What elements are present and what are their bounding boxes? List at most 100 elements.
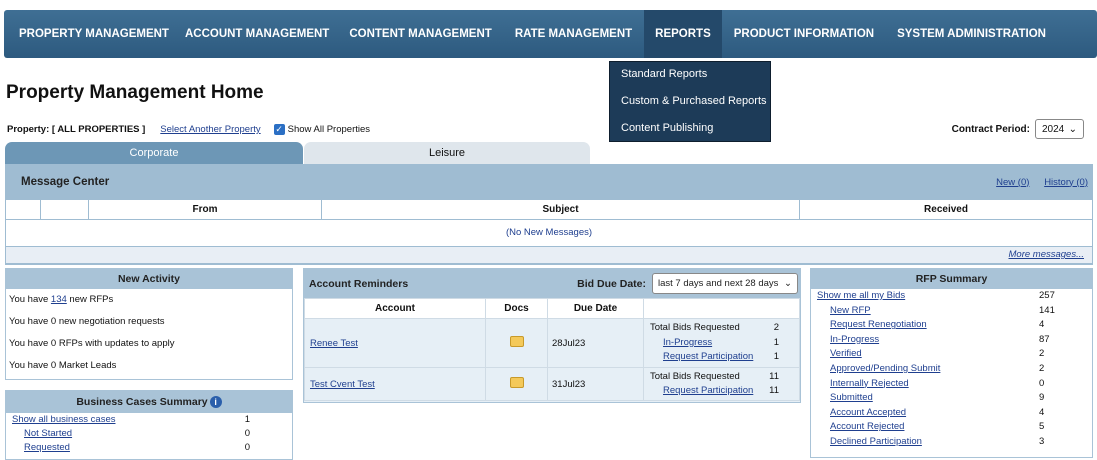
rfp-count: 4 [1039,319,1045,331]
submitted-link[interactable]: Submitted [830,392,873,403]
request-participation-link[interactable]: Request Participation [650,350,755,365]
nav-product-information[interactable]: PRODUCT INFORMATION [722,10,897,58]
menu-item-custom-purchased-reports[interactable]: Custom & Purchased Reports [610,89,770,116]
rfp-updates-line: You have 0 RFPs with updates to apply [9,338,175,349]
internally-rejected-link[interactable]: Internally Rejected [830,378,909,389]
in-progress-link[interactable]: In-Progress [830,334,879,345]
rfp-row: Submitted 9 [811,391,1092,406]
rfp-summary-title: RFP Summary [811,269,1092,289]
request-renegotiation-link[interactable]: Request Renegotiation [830,319,927,330]
new-messages-link[interactable]: New (0) [996,177,1029,188]
nav-reports[interactable]: REPORTS [644,10,722,58]
info-icon[interactable]: i [209,396,222,409]
business-case-row: Not Started 0 [6,427,292,441]
nav-rate-management[interactable]: RATE MANAGEMENT [515,10,644,58]
market-leads-line: You have 0 Market Leads [9,360,117,371]
bid-due-date-filter: Bid Due Date: last 7 days and next 28 da… [577,273,798,294]
page-title: Property Management Home [6,82,264,103]
request-participation-link[interactable]: Request Participation [650,384,755,399]
approved-pending-submit-link[interactable]: Approved/Pending Submit [830,363,940,374]
contract-period: Contract Period: 2024 ⌄ [952,119,1084,139]
column-due-date[interactable]: Due Date [547,298,644,319]
account-accepted-link[interactable]: Account Accepted [830,407,906,418]
new-rfps-suffix: new RFPs [66,294,114,305]
rfp-count: 9 [1039,392,1045,404]
requested-link[interactable]: Requested [24,441,70,455]
show-all-business-cases-link[interactable]: Show all business cases [12,413,116,427]
nav-system-administration[interactable]: SYSTEM ADMINISTRATION [897,10,1046,58]
no-messages-text: (No New Messages) [6,220,1092,246]
tab-corporate[interactable]: Corporate [5,142,303,164]
menu-item-standard-reports[interactable]: Standard Reports [610,62,770,89]
tab-leisure[interactable]: Leisure [304,142,590,164]
nav-content-management[interactable]: CONTENT MANAGEMENT [349,10,514,58]
message-center-header: Message Center New (0) History (0) [5,164,1093,200]
history-link[interactable]: History (0) [1044,177,1088,188]
bid-due-date-select[interactable]: last 7 days and next 28 days ⌄ [652,273,798,294]
rfp-count: 4 [1039,406,1045,418]
nav-property-management[interactable]: PROPERTY MANAGEMENT [4,10,185,58]
table-row: Test Cvent Test 31Jul23 Total Bids Reque… [304,367,800,401]
business-case-row: Requested 0 [6,441,292,455]
message-center: Message Center New (0) History (0) From … [5,164,1093,265]
total-bids-label: Total Bids Requested [650,370,740,382]
in-progress-link[interactable]: In-Progress [650,336,755,351]
in-progress-count: 1 [773,336,779,348]
new-rfps-line: You have 134 new RFPs [6,289,292,311]
rfp-row: Show me all my Bids 257 [811,289,1092,304]
column-subject[interactable]: Subject [322,200,800,219]
show-all-properties-label: Show All Properties [287,124,371,135]
request-participation-count: 11 [769,385,779,396]
show-all-bids-link[interactable]: Show me all my Bids [817,290,905,301]
reports-dropdown-menu: Standard Reports Custom & Purchased Repo… [609,61,771,142]
column-bids [643,298,800,319]
show-all-properties-checkbox[interactable]: ✓ [273,124,285,135]
property-label: Property: [ ALL PROPERTIES ] [7,124,146,135]
new-rfp-link[interactable]: New RFP [830,305,871,316]
bid-summary: Total Bids Requested 2 In-Progress 1 Reque… [644,321,799,365]
rfp-count: 2 [1039,362,1045,374]
account-reminders-title: Account Reminders [309,277,409,290]
due-date: 31Jul23 [547,367,644,401]
nav-account-management[interactable]: ACCOUNT MANAGEMENT [185,10,349,58]
declined-participation-link[interactable]: Declined Participation [830,436,922,447]
more-messages-link[interactable]: More messages... [1009,249,1085,260]
total-bids-count: 2 [773,322,779,334]
select-another-property-link[interactable]: Select Another Property [160,124,260,135]
verified-link[interactable]: Verified [830,348,862,359]
column-received[interactable]: Received [800,200,1092,219]
new-rfps-count-link[interactable]: 134 [51,294,67,305]
contract-period-select[interactable]: 2024 ⌄ [1035,119,1084,139]
rfp-row: Account Rejected 5 [811,420,1092,435]
new-activity-title: New Activity [6,269,292,289]
more-messages-row: More messages... [6,247,1092,263]
property-selector-line: Property: [ ALL PROPERTIES ] Select Anot… [7,124,370,135]
business-case-count: 0 [244,442,250,453]
rfp-count: 87 [1039,333,1050,345]
rfp-count: 5 [1039,421,1045,433]
folder-icon[interactable] [509,377,524,388]
account-link[interactable]: Renee Test [310,338,358,349]
chevron-down-icon: ⌄ [784,278,792,289]
account-link[interactable]: Test Cvent Test [310,379,375,390]
new-activity-panel: New Activity You have 134 new RFPs You h… [5,268,293,380]
column-docs[interactable]: Docs [485,298,548,319]
negotiation-requests-line: You have 0 new negotiation requests [9,316,165,327]
account-rejected-link[interactable]: Account Rejected [830,421,904,432]
message-table-header: From Subject Received [6,200,1092,220]
not-started-link[interactable]: Not Started [24,427,72,441]
folder-icon[interactable] [509,336,524,347]
column-from[interactable]: From [89,200,322,219]
total-bids-count: 11 [769,370,779,382]
rfp-count: 0 [1039,377,1045,389]
message-table: From Subject Received (No New Messages) … [6,200,1092,263]
checkbox-column-header [6,200,41,219]
rfp-row: Account Accepted 4 [811,406,1092,421]
bid-due-date-label: Bid Due Date: [577,277,646,290]
rfp-count: 3 [1039,435,1045,447]
business-cases-header: Business Cases Summary i [6,391,292,413]
due-date: 28Jul23 [547,318,644,368]
menu-item-content-publishing[interactable]: Content Publishing [610,116,770,143]
column-account[interactable]: Account [304,298,486,319]
rfp-row: Internally Rejected 0 [811,377,1092,392]
